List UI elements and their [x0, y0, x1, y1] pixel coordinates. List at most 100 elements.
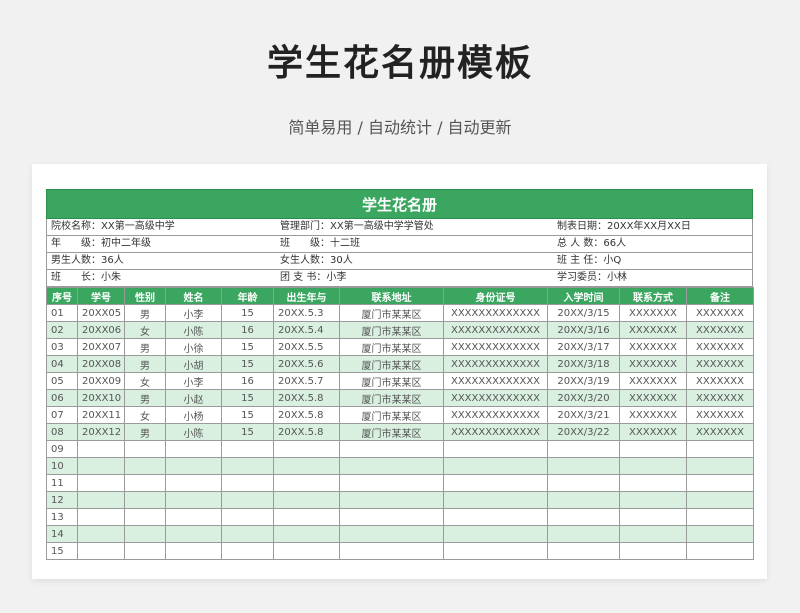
info-cell[interactable]: 年 级：初中二年级	[47, 236, 276, 252]
table-cell[interactable]: 20XX/3/21	[547, 406, 620, 424]
table-cell[interactable]	[619, 474, 687, 492]
table-cell[interactable]: XXXXXXX	[619, 304, 687, 322]
table-cell[interactable]	[619, 542, 687, 560]
table-cell[interactable]	[443, 508, 548, 526]
table-cell[interactable]	[273, 542, 340, 560]
table-cell[interactable]: XXXXXXXXXXXXX	[443, 321, 548, 339]
table-cell[interactable]	[547, 474, 620, 492]
table-cell[interactable]: 20XX/3/20	[547, 389, 620, 407]
table-cell[interactable]: XXXXXXX	[619, 355, 687, 373]
table-cell[interactable]	[339, 491, 444, 509]
table-cell[interactable]	[686, 440, 754, 458]
table-cell[interactable]: 07	[46, 406, 78, 424]
table-cell[interactable]	[165, 525, 222, 543]
table-cell[interactable]	[221, 508, 274, 526]
table-cell[interactable]: 20XX.5.8	[273, 423, 340, 441]
table-cell[interactable]: 20XX.5.6	[273, 355, 340, 373]
table-cell[interactable]	[547, 457, 620, 475]
column-header[interactable]: 入学时间	[547, 287, 620, 305]
table-cell[interactable]: 16	[221, 372, 274, 390]
table-cell[interactable]	[221, 474, 274, 492]
table-cell[interactable]: 20XX.5.5	[273, 338, 340, 356]
table-cell[interactable]: XXXXXXX	[686, 355, 754, 373]
table-cell[interactable]: XXXXXXXXXXXXX	[443, 389, 548, 407]
table-cell[interactable]: XXXXXXX	[686, 406, 754, 424]
column-header[interactable]: 备注	[686, 287, 754, 305]
table-cell[interactable]: XXXXXXX	[686, 389, 754, 407]
info-cell[interactable]: 班 主 任：小Q	[553, 253, 752, 269]
table-cell[interactable]: 小徐	[165, 338, 222, 356]
table-cell[interactable]: 04	[46, 355, 78, 373]
table-cell[interactable]: 男	[124, 389, 166, 407]
column-header[interactable]: 姓名	[165, 287, 222, 305]
table-cell[interactable]: 厦门市某某区	[339, 304, 444, 322]
table-cell[interactable]: 01	[46, 304, 78, 322]
table-cell[interactable]: 14	[46, 525, 78, 543]
table-cell[interactable]: XXXXXXX	[686, 423, 754, 441]
column-header[interactable]: 学号	[77, 287, 125, 305]
info-cell[interactable]: 制表日期：20XX年XX月XX日	[553, 219, 752, 235]
table-cell[interactable]: 20XX.5.3	[273, 304, 340, 322]
table-cell[interactable]	[273, 440, 340, 458]
table-cell[interactable]	[339, 525, 444, 543]
column-header[interactable]: 联系地址	[339, 287, 444, 305]
table-cell[interactable]	[339, 457, 444, 475]
table-cell[interactable]: XXXXXXX	[619, 423, 687, 441]
table-cell[interactable]: XXXXXXX	[619, 389, 687, 407]
table-cell[interactable]	[165, 491, 222, 509]
table-cell[interactable]: 厦门市某某区	[339, 389, 444, 407]
table-cell[interactable]: XXXXXXXXXXXXX	[443, 372, 548, 390]
table-cell[interactable]: 20XX07	[77, 338, 125, 356]
column-header[interactable]: 性别	[124, 287, 166, 305]
table-cell[interactable]: 20XX09	[77, 372, 125, 390]
info-cell[interactable]: 学习委员：小林	[553, 270, 752, 286]
table-cell[interactable]	[77, 491, 125, 509]
table-cell[interactable]	[443, 542, 548, 560]
table-cell[interactable]: 厦门市某某区	[339, 355, 444, 373]
table-cell[interactable]	[221, 457, 274, 475]
table-cell[interactable]	[686, 457, 754, 475]
table-cell[interactable]	[547, 508, 620, 526]
table-cell[interactable]: 厦门市某某区	[339, 406, 444, 424]
table-cell[interactable]: 20XX/3/22	[547, 423, 620, 441]
table-cell[interactable]: 小赵	[165, 389, 222, 407]
table-cell[interactable]: 男	[124, 304, 166, 322]
table-cell[interactable]	[77, 474, 125, 492]
table-cell[interactable]	[547, 440, 620, 458]
table-cell[interactable]: XXXXXXXXXXXXX	[443, 304, 548, 322]
table-cell[interactable]: 女	[124, 372, 166, 390]
table-cell[interactable]	[221, 525, 274, 543]
column-header[interactable]: 年龄	[221, 287, 274, 305]
table-cell[interactable]	[124, 491, 166, 509]
table-cell[interactable]: 20XX11	[77, 406, 125, 424]
table-cell[interactable]: 小胡	[165, 355, 222, 373]
table-cell[interactable]	[124, 542, 166, 560]
table-cell[interactable]	[686, 474, 754, 492]
table-cell[interactable]: 03	[46, 338, 78, 356]
table-cell[interactable]: 厦门市某某区	[339, 372, 444, 390]
table-cell[interactable]	[165, 542, 222, 560]
table-cell[interactable]	[165, 508, 222, 526]
column-header[interactable]: 联系方式	[619, 287, 687, 305]
table-cell[interactable]	[221, 440, 274, 458]
table-cell[interactable]	[124, 457, 166, 475]
table-cell[interactable]: 小陈	[165, 423, 222, 441]
table-cell[interactable]: 11	[46, 474, 78, 492]
table-cell[interactable]	[619, 457, 687, 475]
table-cell[interactable]	[686, 491, 754, 509]
table-cell[interactable]	[165, 440, 222, 458]
table-cell[interactable]: XXXXXXX	[686, 321, 754, 339]
table-cell[interactable]	[619, 440, 687, 458]
table-cell[interactable]: 20XX06	[77, 321, 125, 339]
column-header[interactable]: 身份证号	[443, 287, 548, 305]
table-cell[interactable]: XXXXXXXXXXXXX	[443, 406, 548, 424]
table-cell[interactable]	[77, 508, 125, 526]
table-cell[interactable]	[273, 508, 340, 526]
table-cell[interactable]: 06	[46, 389, 78, 407]
column-header[interactable]: 出生年与	[273, 287, 340, 305]
table-cell[interactable]: XXXXXXXXXXXXX	[443, 338, 548, 356]
table-cell[interactable]	[686, 525, 754, 543]
table-cell[interactable]	[339, 440, 444, 458]
table-cell[interactable]: 女	[124, 321, 166, 339]
table-cell[interactable]: 15	[221, 406, 274, 424]
